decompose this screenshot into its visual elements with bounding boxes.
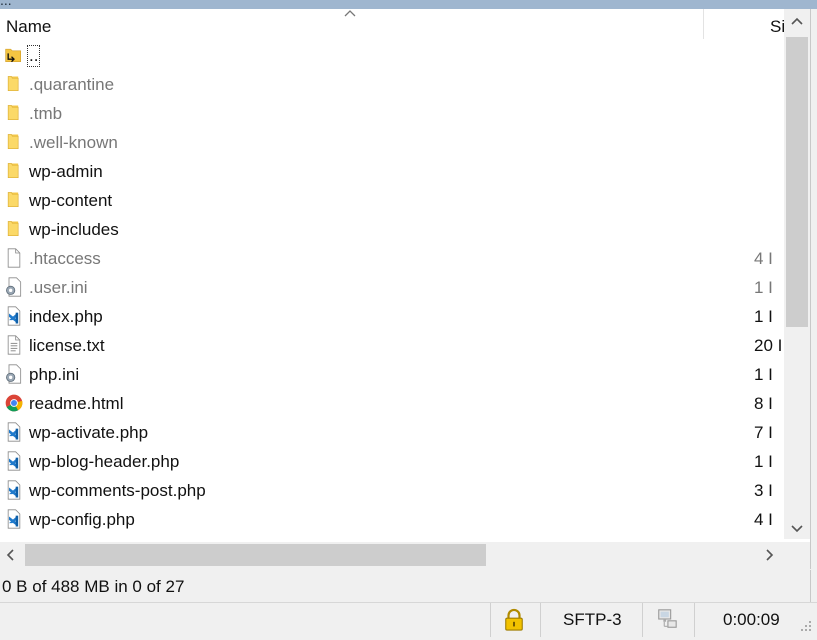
selection-summary: 0 B of 488 MB in 0 of 27 xyxy=(2,577,185,596)
sort-ascending-icon xyxy=(344,10,356,17)
network-icon xyxy=(658,609,677,628)
file-row[interactable]: .quarantine xyxy=(0,70,784,99)
file-name: index.php xyxy=(29,307,103,326)
protocol-label: SFTP-3 xyxy=(563,610,622,629)
file-row[interactable]: readme.html 8 I xyxy=(0,389,784,418)
column-header-size[interactable]: Si xyxy=(770,17,784,37)
folder-icon xyxy=(7,76,19,91)
file-size: 1 I xyxy=(754,452,773,471)
network-status-cell xyxy=(642,603,693,637)
folder-icon xyxy=(7,163,19,178)
status-bar: SFTP-3 0:00:09 xyxy=(0,602,817,640)
file-size: 1 I xyxy=(754,307,773,326)
column-separator[interactable] xyxy=(703,9,704,39)
file-name: wp-content xyxy=(29,191,113,210)
file-name: php.ini xyxy=(29,365,80,384)
file-size: 4 I xyxy=(754,249,773,268)
remote-file-list-panel: Name Si .. .quarantine .tmb .well-known wp-a… xyxy=(0,9,811,569)
file-row[interactable]: php.ini 1 I xyxy=(0,360,784,389)
file-name: wp-includes xyxy=(29,220,119,239)
column-header-name[interactable]: Name xyxy=(6,17,51,37)
file-name: wp-admin xyxy=(29,162,103,181)
elapsed-time-cell: 0:00:09 xyxy=(694,603,813,637)
file-name: .tmb xyxy=(29,104,63,123)
file-row[interactable]: wp-content xyxy=(0,186,784,215)
folder-icon xyxy=(7,134,19,149)
file-name: .quarantine xyxy=(29,75,115,94)
file-row[interactable]: wp-activate.php 7 I xyxy=(0,418,784,447)
file-row[interactable]: wp-admin xyxy=(0,157,784,186)
file-rows: .. .quarantine .tmb .well-known wp-admin wp-c… xyxy=(0,41,784,541)
title-fragment: ... xyxy=(0,0,12,8)
file-row[interactable]: license.txt 20 I xyxy=(0,331,784,360)
selection-status: 0 B of 488 MB in 0 of 27 xyxy=(0,570,811,602)
padlock-icon xyxy=(505,608,523,631)
php-file-icon xyxy=(7,451,21,471)
horizontal-scroll-thumb[interactable] xyxy=(25,544,486,566)
file-name: license.txt xyxy=(29,336,105,355)
folder-icon xyxy=(7,221,19,236)
file-row[interactable]: wp-config.php 4 I xyxy=(0,505,784,534)
scroll-right-icon[interactable] xyxy=(758,544,780,566)
file-row[interactable]: .user.ini 1 I xyxy=(0,273,784,302)
file-name: .. xyxy=(26,45,41,67)
window-title-strip: ... xyxy=(0,0,817,9)
file-size: 8 I xyxy=(754,394,773,413)
horizontal-scrollbar[interactable] xyxy=(0,542,784,569)
file-name: readme.html xyxy=(29,394,124,413)
file-name: .htaccess xyxy=(29,249,101,268)
file-name: .user.ini xyxy=(29,278,88,297)
resize-grip-icon[interactable] xyxy=(800,620,812,632)
scroll-down-icon[interactable] xyxy=(784,517,810,539)
file-size: 1 I xyxy=(754,365,773,384)
file-size: 1 I xyxy=(754,278,773,297)
php-file-icon xyxy=(7,306,21,326)
php-file-icon xyxy=(7,480,21,500)
file-size: 7 I xyxy=(754,423,773,442)
file-row[interactable]: wp-includes xyxy=(0,215,784,244)
encryption-status-cell[interactable] xyxy=(490,603,539,637)
scroll-corner xyxy=(784,542,810,569)
config-file-icon xyxy=(6,364,22,384)
file-name: wp-config.php xyxy=(29,510,135,529)
file-size: 4 I xyxy=(754,510,773,529)
scroll-left-icon[interactable] xyxy=(0,544,22,566)
list-header: Name Si xyxy=(0,9,784,39)
file-name: wp-activate.php xyxy=(29,423,149,442)
config-file-icon xyxy=(6,277,22,297)
elapsed-time: 0:00:09 xyxy=(723,610,780,629)
scroll-up-icon[interactable] xyxy=(784,11,810,33)
file-name: .well-known xyxy=(29,133,118,152)
file-row[interactable]: .. xyxy=(0,41,784,70)
file-row[interactable]: .well-known xyxy=(0,128,784,157)
file-name: wp-blog-header.php xyxy=(29,452,180,471)
php-file-icon xyxy=(7,422,21,442)
php-file-icon xyxy=(7,509,21,529)
folder-icon xyxy=(7,192,19,207)
file-row[interactable]: .tmb xyxy=(0,99,784,128)
file-size: 20 I xyxy=(754,336,783,355)
protocol-cell: SFTP-3 xyxy=(540,603,641,637)
file-icon xyxy=(7,248,21,268)
vertical-scrollbar[interactable] xyxy=(784,9,810,539)
text-file-icon xyxy=(7,335,21,355)
file-size: 3 I xyxy=(754,481,773,500)
file-row[interactable]: wp-comments-post.php 3 I xyxy=(0,476,784,505)
chrome-html-icon xyxy=(5,394,23,412)
vertical-scroll-thumb[interactable] xyxy=(786,37,808,327)
folder-icon xyxy=(7,105,19,120)
file-row[interactable]: .htaccess 4 I xyxy=(0,244,784,273)
file-row[interactable]: index.php 1 I xyxy=(0,302,784,331)
file-row[interactable]: wp-blog-header.php 1 I xyxy=(0,447,784,476)
file-name: wp-comments-post.php xyxy=(29,481,206,500)
parent-folder-icon xyxy=(5,48,21,63)
